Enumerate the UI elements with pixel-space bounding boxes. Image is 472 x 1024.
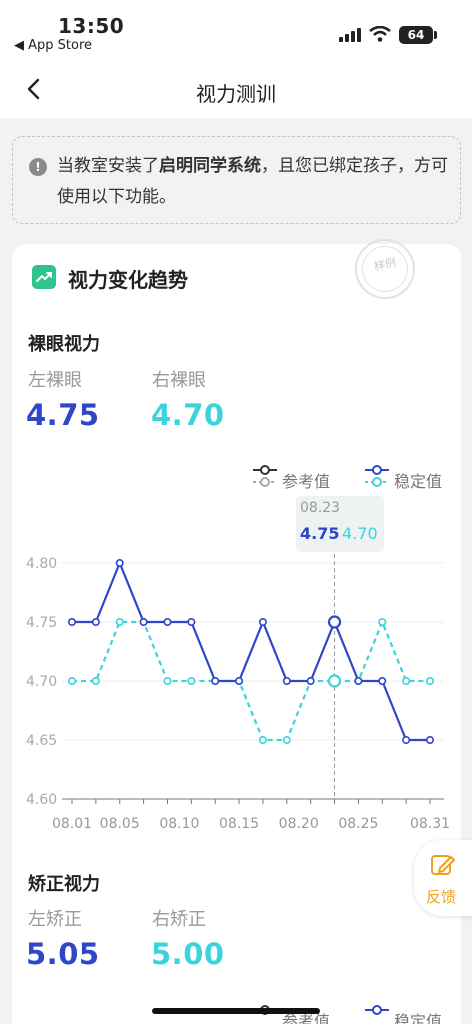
cellular-signal-icon [339,28,361,42]
y-tick-label: 4.75 [26,615,57,631]
tooltip-left-value: 4.75 [300,524,340,543]
y-tick-label: 4.70 [26,674,57,690]
x-tick-label: 08.25 [338,816,378,832]
corrected-vision-title: 矫正视力 [28,874,100,895]
data-point [354,676,363,685]
feedback-button[interactable]: 反馈 [414,840,472,916]
vision-trend-card: 视力变化趋势 样例 裸眼视力 左裸眼 右裸眼 4.75 4.70 参考值 稳定值… [12,239,461,1024]
corrected-left-value: 5.05 [26,937,100,971]
data-point [139,617,148,626]
feedback-label: 反馈 [426,888,457,906]
notice-system-name: 启明同学系统 [159,156,261,176]
edit-icon [431,855,455,875]
y-tick-label: 4.60 [26,792,57,808]
data-point [378,676,387,685]
x-tick-label: 08.31 [410,816,450,832]
data-point [115,617,124,626]
data-point [378,617,387,626]
x-tick-label: 08.01 [52,816,92,832]
status-time: 13:50 [58,14,125,38]
data-point [258,735,267,744]
data-point [91,676,100,685]
naked-vision-chart[interactable]: 4.604.654.704.754.8008.01 08.05 08.10 08.15… [12,244,461,844]
data-point [327,674,342,688]
info-icon: ! [29,158,47,176]
tooltip-date: 08.23 [300,500,341,516]
home-indicator [152,1008,320,1014]
y-tick-label: 4.65 [26,733,57,749]
status-bar: 13:50 ◀ App Store 64 [0,0,472,62]
data-point [187,617,196,626]
chart-tooltip: 08.23 4.75 4.70 [296,496,384,552]
back-to-app-store-link[interactable]: ◀ App Store [14,38,92,53]
data-point [163,676,172,685]
stable-legend-label-2[interactable]: 稳定值 [394,1008,442,1024]
y-tick-label: 4.80 [26,556,57,572]
notice-text: 当教室安装了启明同学系统，且您已绑定孩子，方可使用以下功能。 [57,151,455,213]
battery-tip [434,31,437,39]
data-point [67,676,76,685]
data-point [282,676,291,685]
corrected-left-label: 左矫正 [28,909,82,930]
data-point [211,676,220,685]
nav-bar: 视力测训 [0,62,472,118]
x-tick-label: 08.05 [100,816,140,832]
data-point [163,617,172,626]
data-point [235,676,244,685]
data-point [258,617,267,626]
series-line [72,561,430,742]
corrected-right-value: 5.00 [151,937,225,971]
data-point [282,735,291,744]
data-point [425,735,434,744]
wifi-icon [369,26,391,42]
notice-text-before: 当教室安装了 [57,156,159,176]
data-point [91,617,100,626]
x-tick-label: 08.10 [159,816,199,832]
data-point [402,735,411,744]
battery-icon: 64 [399,26,433,44]
reference-legend-icon-2[interactable] [252,1004,278,1024]
x-tick-label: 08.20 [279,816,319,832]
data-point [402,676,411,685]
tooltip-right-value: 4.70 [342,524,378,543]
x-tick-label: 08.15 [219,816,259,832]
data-point [425,676,434,685]
data-point [306,676,315,685]
binding-notice: ! 当教室安装了启明同学系统，且您已绑定孩子，方可使用以下功能。 [12,136,461,224]
page-title: 视力测训 [196,82,276,106]
data-point [67,617,76,626]
stable-legend-icon-2[interactable] [364,1004,390,1024]
data-point [115,558,124,567]
corrected-right-label: 右矫正 [152,909,206,930]
data-point [187,676,196,685]
data-point [327,615,342,629]
